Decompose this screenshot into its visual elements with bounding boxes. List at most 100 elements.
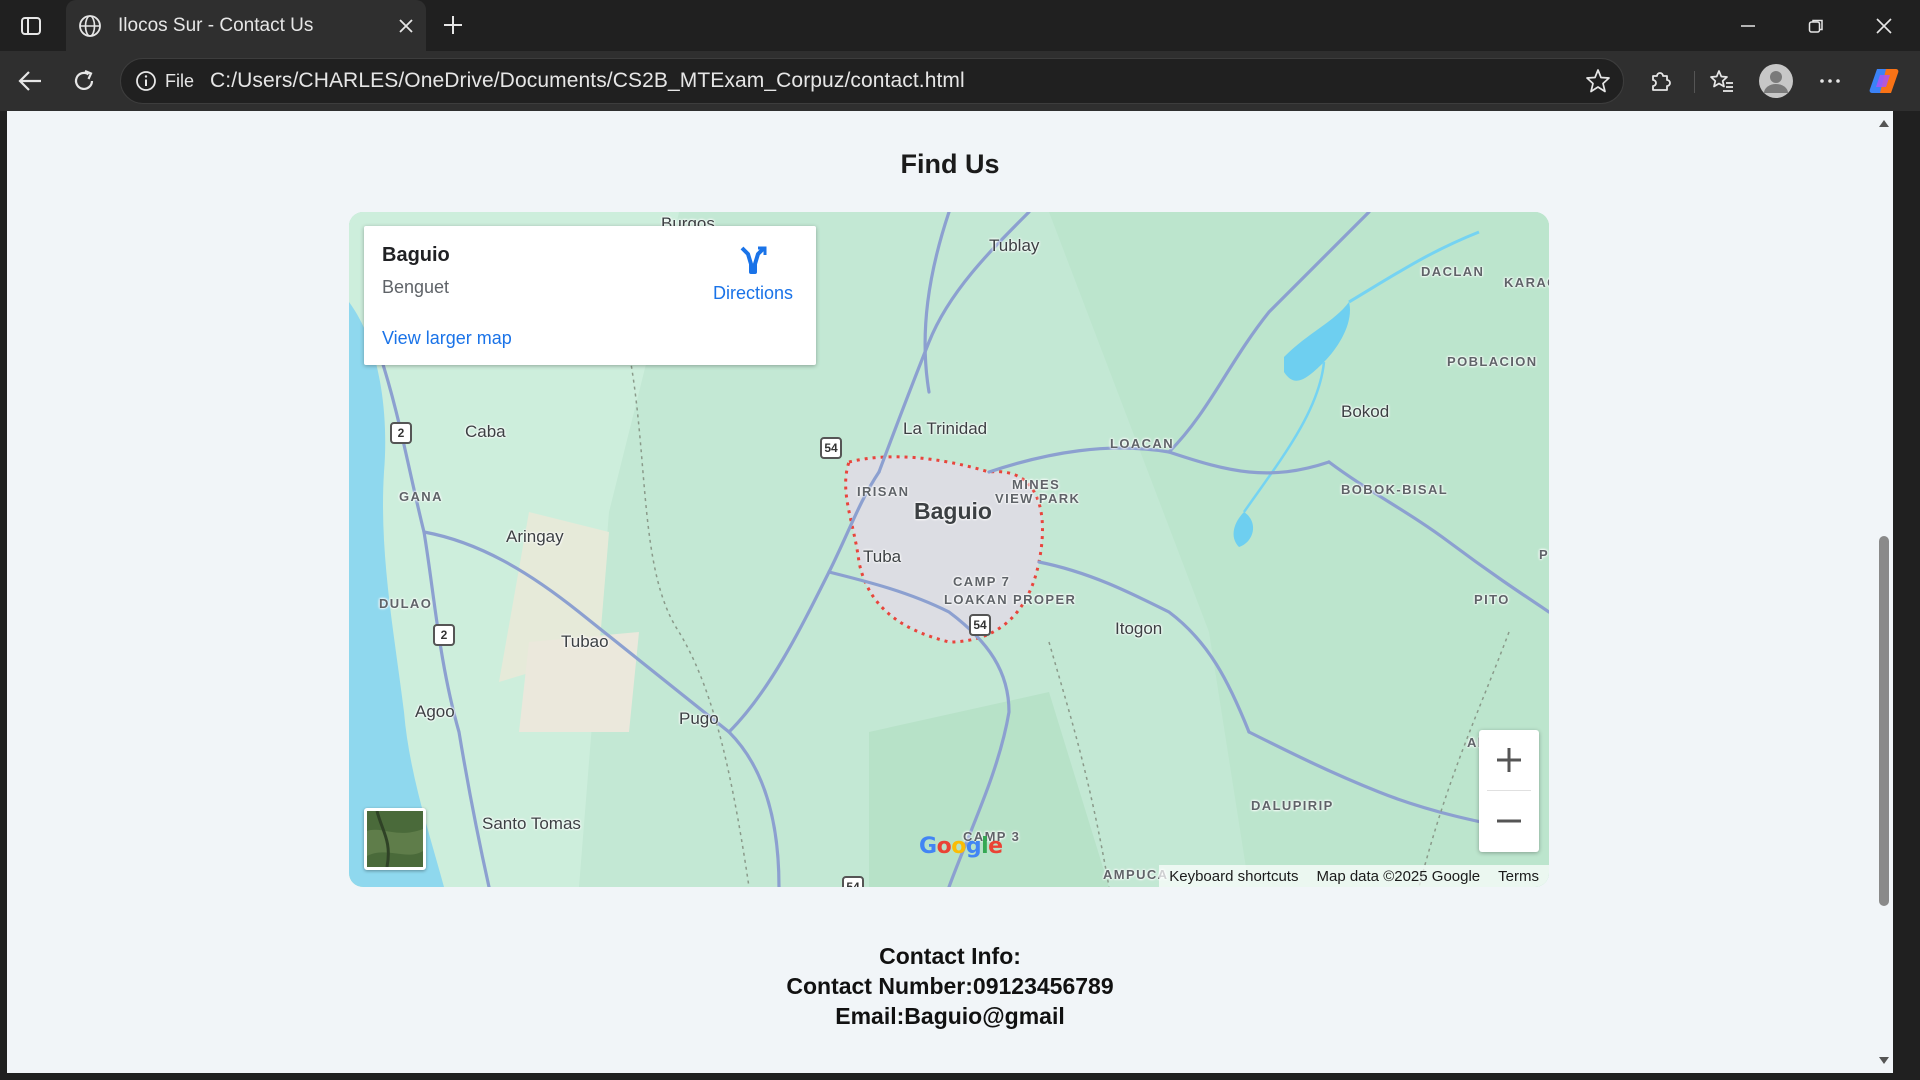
map-label: Caba — [465, 422, 506, 441]
contact-number: Contact Number:09123456789 — [786, 973, 1114, 999]
plus-icon — [1497, 748, 1521, 772]
place-name: Baguio — [382, 244, 450, 266]
favorite-star-icon[interactable] — [1585, 68, 1611, 94]
minimize-button[interactable] — [1714, 0, 1782, 51]
terms-link[interactable]: Terms — [1498, 868, 1539, 885]
map-label: PITO — [1474, 592, 1510, 607]
view-larger-map-link[interactable]: View larger map — [382, 328, 512, 349]
map-label: P — [1539, 547, 1549, 562]
map-label: IRISAN — [857, 484, 910, 499]
zoom-out-button[interactable] — [1479, 791, 1539, 851]
map-label: Aringay — [506, 527, 564, 546]
scroll-down-arrow-icon[interactable] — [1878, 1055, 1890, 1067]
scroll-up-arrow-icon[interactable] — [1878, 117, 1890, 129]
map-label: Itogon — [1115, 619, 1163, 638]
directions-button[interactable]: Directions — [708, 244, 798, 304]
satellite-thumbnail-icon — [367, 811, 423, 867]
favorites-button[interactable] — [1700, 59, 1744, 103]
close-window-button[interactable] — [1850, 0, 1918, 51]
map-label: GANA — [399, 489, 443, 504]
browser-toolbar: File C:/Users/CHARLES/OneDrive/Documents… — [0, 51, 1920, 111]
map-label: POBLACION — [1447, 354, 1538, 369]
more-menu-button[interactable] — [1808, 59, 1852, 103]
title-bar: Ilocos Sur - Contact Us — [0, 0, 1920, 51]
minus-icon — [1497, 819, 1521, 823]
site-info-chip[interactable]: File — [135, 70, 210, 92]
close-icon — [1876, 17, 1892, 34]
sidebar-icon — [21, 16, 41, 35]
puzzle-icon — [1652, 72, 1671, 91]
map-label: LOAKAN PROPER — [944, 592, 1077, 607]
highway-shield: 54 — [842, 876, 864, 887]
tab-actions-button[interactable] — [0, 0, 62, 51]
zoom-controls — [1479, 730, 1539, 852]
file-label: File — [165, 70, 195, 91]
contact-email: Email:Baguio@gmail — [835, 1003, 1065, 1029]
map-label: DULAO — [379, 596, 433, 611]
avatar-icon — [1759, 64, 1793, 98]
refresh-button[interactable] — [62, 59, 106, 103]
highway-shield: 2 — [433, 624, 455, 646]
map-label: VIEW PARK — [995, 491, 1081, 506]
google-logo: Google — [919, 834, 1003, 859]
highway-shield: 54 — [820, 437, 842, 459]
back-button[interactable] — [8, 59, 52, 103]
map-label: DACLAN — [1421, 264, 1485, 279]
favorites-list-icon — [1710, 70, 1733, 92]
map-label: BOBOK-BISAL — [1341, 482, 1449, 497]
close-icon — [399, 18, 413, 33]
map-label: Santo Tomas — [482, 814, 581, 833]
page-viewport: Find Us Burgos Tublay DACLAN KARA POBLAC… — [7, 111, 1893, 1073]
scrollbar-thumb[interactable] — [1879, 536, 1889, 906]
map-label: LOACAN — [1110, 436, 1175, 451]
new-tab-button[interactable] — [432, 4, 474, 46]
map-label: MINES — [1012, 477, 1061, 492]
map-label: DALUPIRIP — [1251, 798, 1334, 813]
contact-title: Contact Info: — [879, 943, 1021, 969]
plus-icon — [444, 16, 462, 34]
tab-close-button[interactable] — [386, 6, 426, 46]
refresh-icon — [74, 69, 94, 90]
toolbar-divider — [1694, 71, 1695, 93]
keyboard-shortcuts-link[interactable]: Keyboard shortcuts — [1169, 868, 1298, 885]
map-label: KARAO — [1504, 275, 1549, 290]
globe-icon — [79, 14, 101, 37]
directions-icon — [740, 246, 767, 274]
more-horizontal-icon — [1820, 79, 1840, 83]
satellite-view-toggle[interactable] — [364, 808, 426, 870]
profile-button[interactable] — [1754, 59, 1798, 103]
copilot-button[interactable] — [1862, 59, 1906, 103]
tab-title: Ilocos Sur - Contact Us — [118, 14, 314, 36]
address-bar[interactable]: File C:/Users/CHARLES/OneDrive/Documents… — [120, 58, 1624, 104]
map-label: Tublay — [989, 236, 1040, 255]
place-region: Benguet — [382, 277, 450, 297]
page-heading: Find Us — [900, 149, 1000, 179]
highway-shield: 2 — [390, 422, 412, 444]
restore-icon — [1808, 19, 1823, 33]
copilot-icon — [1869, 69, 1899, 93]
map-label: CAMP 7 — [953, 574, 1011, 589]
map-label: Pugo — [679, 709, 719, 728]
back-arrow-icon — [18, 71, 41, 91]
map-attribution: Keyboard shortcuts Map data ©2025 Google… — [1159, 865, 1549, 887]
browser-tab[interactable]: Ilocos Sur - Contact Us — [66, 0, 426, 51]
zoom-in-button[interactable] — [1479, 730, 1539, 790]
info-icon — [136, 71, 156, 91]
extensions-button[interactable] — [1639, 59, 1683, 103]
place-card: Baguio Benguet View larger map Direction… — [364, 226, 816, 365]
map-data-credit: Map data ©2025 Google — [1316, 867, 1481, 885]
url-text[interactable]: C:/Users/CHARLES/OneDrive/Documents/CS2B… — [210, 69, 965, 93]
embedded-map[interactable]: Burgos Tublay DACLAN KARAO POBLACION Bok… — [349, 212, 1549, 887]
highway-shield: 54 — [969, 614, 991, 636]
page-scrollbar[interactable] — [1875, 111, 1893, 1073]
map-label: Tuba — [863, 547, 902, 566]
restore-button[interactable] — [1782, 0, 1850, 51]
minimize-icon — [1741, 24, 1755, 27]
map-label: Tubao — [561, 632, 609, 651]
map-label: Bokod — [1341, 402, 1390, 421]
directions-label: Directions — [712, 283, 794, 303]
map-label: La Trinidad — [903, 419, 988, 438]
map-label-city: Baguio — [914, 498, 992, 524]
map-label: Agoo — [415, 702, 455, 721]
contact-info: Contact Info: Contact Number:09123456789… — [7, 941, 1893, 1031]
